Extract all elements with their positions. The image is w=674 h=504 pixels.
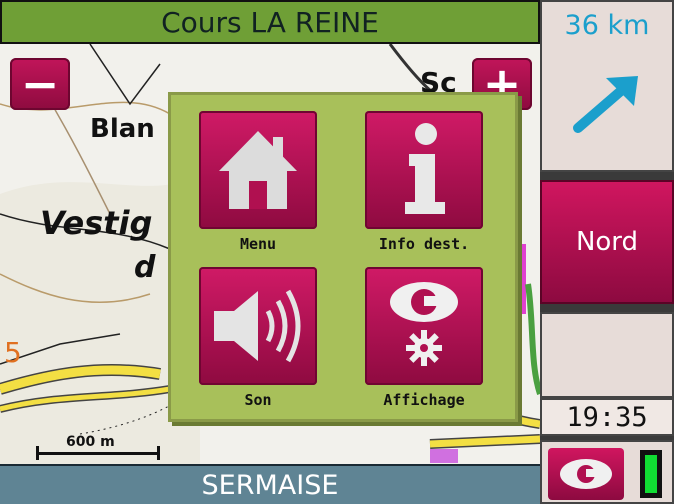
zoom-out-button[interactable]: − bbox=[10, 58, 70, 110]
menu-tile[interactable]: Menu bbox=[199, 111, 317, 261]
distance-value: 36 km bbox=[564, 10, 650, 41]
clock: 19:35 bbox=[540, 398, 674, 436]
city-name-bar: SERMAISE bbox=[0, 464, 540, 504]
north-button[interactable]: Nord bbox=[540, 180, 674, 304]
status-box bbox=[540, 440, 674, 504]
scale-label: 600 m bbox=[66, 434, 115, 450]
navigation-screen: Blan Vestig d 5 Sc Cours LA REINE − + 60… bbox=[0, 0, 674, 504]
sound-tile[interactable]: Son bbox=[199, 267, 317, 417]
display-tile[interactable]: Affichage bbox=[365, 267, 483, 417]
display-settings-icon bbox=[365, 267, 483, 385]
distance-box: 36 km bbox=[540, 0, 674, 172]
street-name-bar: Cours LA REINE bbox=[0, 0, 540, 44]
info-dest-tile-label: Info dest. bbox=[378, 235, 470, 253]
info-slot bbox=[540, 312, 674, 398]
menu-tile-label: Menu bbox=[239, 235, 277, 253]
sound-tile-label: Son bbox=[244, 391, 272, 409]
city-name: SERMAISE bbox=[201, 469, 339, 501]
arrow-northeast-icon bbox=[572, 74, 642, 138]
home-icon bbox=[199, 111, 317, 229]
map-label: 5 bbox=[4, 336, 22, 369]
speaker-icon bbox=[199, 267, 317, 385]
street-name: Cours LA REINE bbox=[161, 5, 379, 39]
map-label: Blan bbox=[90, 114, 155, 144]
right-panel: 36 km Nord 19:35 bbox=[540, 0, 674, 504]
map-scale: 600 m bbox=[36, 434, 160, 460]
info-icon bbox=[365, 111, 483, 229]
eye-icon bbox=[560, 459, 612, 489]
map-label: d bbox=[134, 250, 156, 285]
info-dest-tile[interactable]: Info dest. bbox=[365, 111, 483, 261]
north-button-label: Nord bbox=[575, 227, 639, 257]
gps-signal-indicator bbox=[640, 450, 662, 498]
clock-time: 19:35 bbox=[566, 401, 648, 433]
gps-signal-bar bbox=[645, 455, 657, 493]
display-tile-label: Affichage bbox=[383, 391, 465, 409]
view-button[interactable] bbox=[548, 448, 624, 500]
quick-menu-popup: Menu Info dest. Son Affichage bbox=[168, 92, 518, 422]
map-label: Vestig bbox=[40, 204, 153, 242]
